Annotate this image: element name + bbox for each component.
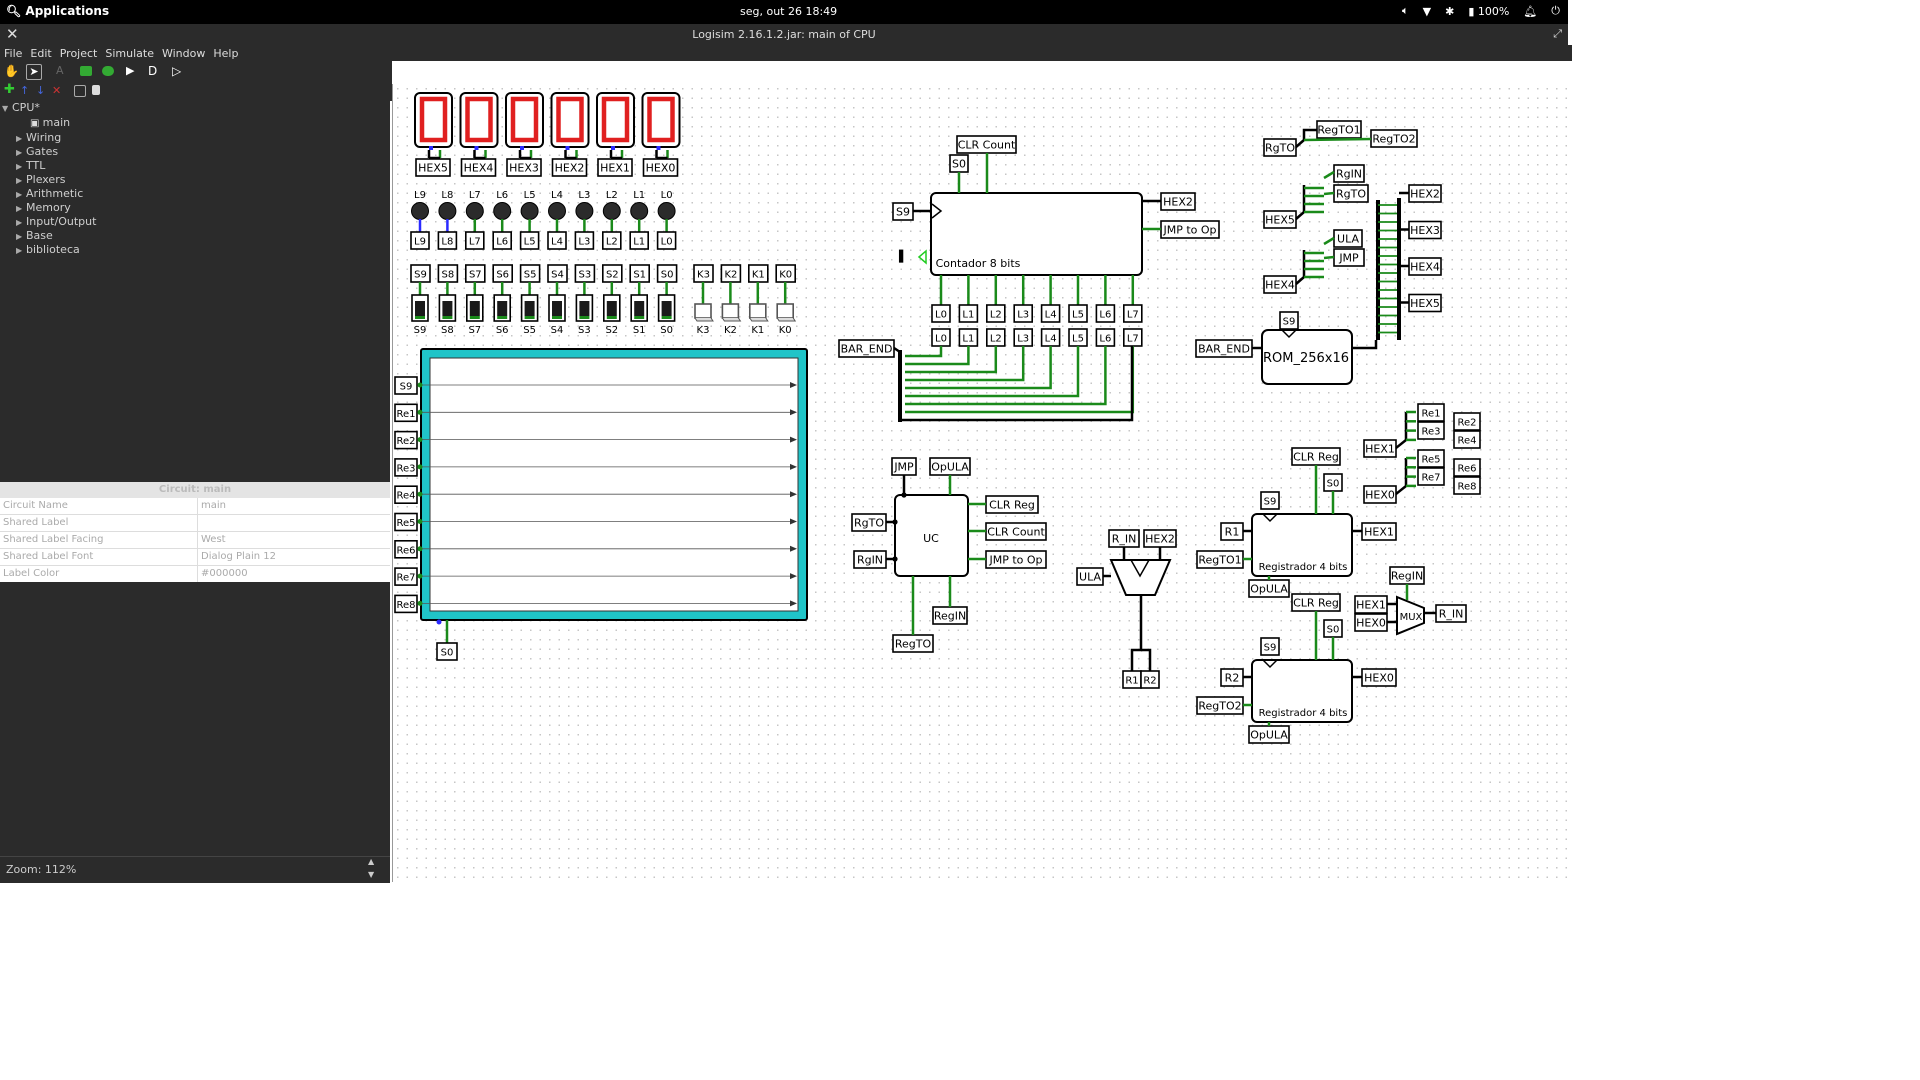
tree-lib-base[interactable]: ▶ Base — [16, 229, 53, 243]
tree-lib-arithmetic[interactable]: ▶ Arithmetic — [16, 187, 83, 201]
property-value[interactable]: #000000 — [198, 566, 248, 582]
tree-lib-plexers[interactable]: ▶ Plexers — [16, 173, 65, 187]
property-value[interactable]: Dialog Plain 12 — [198, 549, 276, 565]
circuit-canvas[interactable] — [392, 84, 1569, 882]
tree-project[interactable]: ▼ CPU* — [2, 101, 40, 115]
tree-lib-memory[interactable]: ▶ Memory — [16, 201, 71, 215]
notifications-icon[interactable]: 🔔︎ — [1523, 5, 1537, 18]
menu-file[interactable]: File — [4, 47, 22, 60]
poke-tool-icon[interactable]: ✋ — [4, 64, 19, 78]
tree-lib-label: Memory — [26, 201, 71, 214]
maximize-icon[interactable]: ⤢ — [1553, 27, 1562, 41]
property-key: Circuit Name — [0, 498, 198, 514]
system-top-bar: 🔍︎ Applications seg, out 26 18:49 🔈︎ ▼ ✱… — [0, 0, 1568, 24]
property-key: Shared Label Font — [0, 549, 198, 565]
tree-lib-label: TTL — [26, 159, 46, 172]
add-circuit-icon[interactable]: ✚ — [4, 82, 18, 97]
battery-level: 100% — [1477, 4, 1510, 18]
property-key: Shared Label — [0, 515, 198, 531]
move-up-icon[interactable]: ↑ — [20, 84, 34, 98]
tree-lib-input-output[interactable]: ▶ Input/Output — [16, 215, 96, 229]
property-row[interactable]: Circuit Name main — [0, 498, 390, 515]
zoom-control[interactable]: Zoom: 112% ▲ ▼ — [0, 856, 390, 883]
tree-lib-wiring[interactable]: ▶ Wiring — [16, 131, 61, 145]
tree-lib-gates[interactable]: ▶ Gates — [16, 145, 58, 159]
properties-header: Circuit: main — [0, 482, 390, 498]
volume-icon[interactable]: 🔈︎ — [1402, 4, 1409, 18]
applications-label: Applications — [25, 4, 110, 18]
project-toolbar: ✚ ↑ ↓ ✕ — [0, 81, 392, 101]
tree-lib-label: Wiring — [26, 131, 62, 144]
property-value[interactable]: West — [198, 532, 226, 548]
tree-lib-label: Plexers — [26, 173, 66, 186]
tree-lib-label: Arithmetic — [26, 187, 84, 200]
buffer-icon[interactable]: ▶︎ — [126, 64, 140, 78]
select-tool-icon[interactable]: ➤ — [26, 64, 42, 80]
edit-appearance-icon[interactable] — [92, 85, 100, 95]
property-row[interactable]: Shared Label Facing West — [0, 532, 390, 549]
tree-project-label: CPU* — [12, 101, 40, 114]
applications-menu[interactable]: 🔍︎ Applications — [6, 4, 109, 18]
circuit-icon: ▣ — [30, 118, 43, 129]
property-key: Label Color — [0, 566, 198, 582]
and-gate-icon[interactable]: D — [148, 64, 162, 78]
delete-circuit-icon[interactable]: ✕ — [52, 84, 66, 98]
tree-lib-biblioteca[interactable]: ▶ biblioteca — [16, 243, 80, 257]
tree-circuit-label: main — [42, 116, 71, 129]
battery-icon[interactable]: ▮ 100% — [1468, 5, 1509, 18]
text-tool-icon[interactable]: A — [56, 64, 70, 78]
property-row[interactable]: Shared Label Font Dialog Plain 12 — [0, 549, 390, 566]
window-titlebar: ✕ Logisim 2.16.1.2.jar: main of CPU ⤢ — [0, 24, 1568, 45]
zoom-up-icon[interactable]: ▲ — [368, 857, 374, 866]
property-row[interactable]: Label Color #000000 — [0, 566, 390, 583]
property-row[interactable]: Shared Label — [0, 515, 390, 532]
power-icon[interactable]: ⏻ — [1551, 4, 1560, 18]
wifi-icon[interactable]: ▼ — [1423, 5, 1431, 18]
properties-table: Circuit: main Circuit Name main Shared La… — [0, 482, 390, 583]
bluetooth-icon[interactable]: ✱ — [1445, 5, 1454, 18]
explorer-panel: ▼ CPU* ▣ main ▶ Wiring ▶ Gates ▶ TTL ▶ Plexer… — [0, 101, 390, 482]
clock[interactable]: seg, out 26 18:49 — [740, 5, 837, 18]
or-gate-icon[interactable]: ▷ — [172, 64, 186, 78]
tree-lib-label: Gates — [26, 145, 59, 158]
tree-circuit-main[interactable]: ▣ main — [30, 116, 70, 130]
toolbar: ✋ ➤ A ▶︎ D ▷ — [0, 61, 392, 81]
tree-lib-label: biblioteca — [26, 243, 80, 256]
zoom-label: Zoom: 112% — [6, 863, 77, 876]
menu-project[interactable]: Project — [60, 47, 98, 60]
zoom-down-icon[interactable]: ▼ — [368, 870, 374, 879]
input-pin-icon[interactable] — [80, 66, 92, 76]
menu-simulate[interactable]: Simulate — [105, 47, 154, 60]
move-down-icon[interactable]: ↓ — [36, 84, 50, 98]
property-key: Shared Label Facing — [0, 532, 198, 548]
lower-left-panel — [0, 582, 390, 882]
window-title: Logisim 2.16.1.2.jar: main of CPU — [692, 28, 876, 41]
property-value[interactable] — [198, 515, 201, 531]
output-pin-icon[interactable] — [102, 66, 114, 76]
menu-help[interactable]: Help — [213, 47, 238, 60]
tree-lib-ttl[interactable]: ▶ TTL — [16, 159, 45, 173]
menu-window[interactable]: Window — [162, 47, 205, 60]
tree-lib-label: Base — [26, 229, 53, 242]
menu-bar: File Edit Project Simulate Window Help — [0, 45, 1572, 61]
property-value[interactable]: main — [198, 498, 226, 514]
menu-edit[interactable]: Edit — [30, 47, 51, 60]
edit-layout-icon[interactable] — [74, 85, 86, 97]
system-tray: 🔈︎ ▼ ✱ ▮ 100% 🔔︎ ⏻ — [1402, 4, 1560, 18]
tree-lib-label: Input/Output — [26, 215, 97, 228]
